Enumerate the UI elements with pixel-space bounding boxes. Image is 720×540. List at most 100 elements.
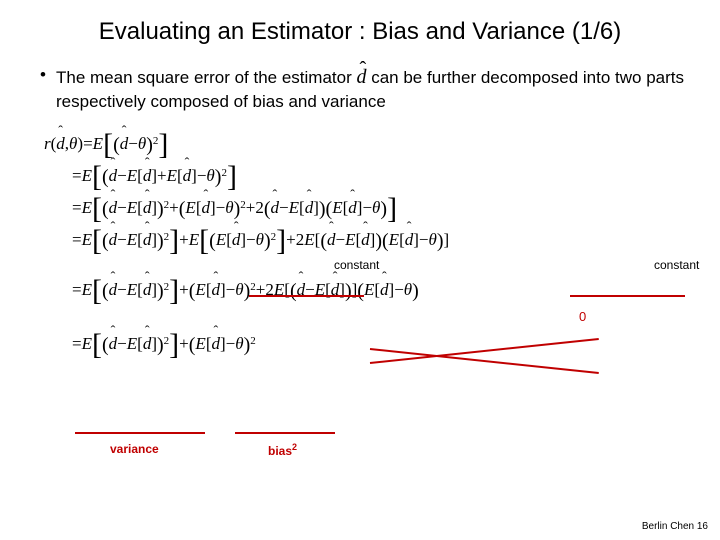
sym-E: E (345, 231, 355, 248)
sym-E: E (82, 335, 92, 352)
eq-line-3: = E [ ( d − E [ d ] ) 2 + ( E [ d ] − θ … (44, 192, 692, 224)
sym-dhat: d (143, 199, 152, 216)
rparen: ) (380, 199, 387, 219)
d-hat-icon: d (356, 64, 366, 91)
rbracket: ] (444, 231, 450, 248)
eq-line-1: r ( d , θ ) = E [ ( d − θ ) 2 ] (44, 128, 692, 160)
rparen: ) (234, 199, 241, 219)
sym-2: 2 (255, 199, 264, 216)
rparen: ) (437, 231, 444, 251)
sym-dhat: d (109, 281, 118, 298)
sym-dhat: d (109, 231, 118, 248)
sym-theta: θ (372, 199, 380, 216)
underline-constant-2 (570, 295, 685, 297)
bias-text: bias (268, 444, 292, 458)
sym-E: E (127, 231, 137, 248)
sup-2: 2 (250, 336, 256, 347)
sym-minus: − (128, 135, 138, 152)
sym-plus: + (157, 167, 167, 184)
sym-theta: θ (225, 199, 233, 216)
lparen: ( (264, 199, 271, 219)
sym-plus: + (179, 335, 189, 352)
sym-minus: − (362, 199, 372, 216)
sym-dhat: d (56, 135, 65, 152)
sym-plus: + (286, 231, 296, 248)
sym-dhat: d (405, 231, 414, 248)
lparen: ( (179, 199, 186, 219)
bullet-pre: The mean square error of the estimator (56, 68, 356, 87)
lparen: ( (102, 335, 109, 355)
sym-plus: + (169, 199, 179, 216)
sym-equals: = (72, 281, 82, 298)
lparen: ( (326, 199, 333, 219)
sym-minus: − (197, 167, 207, 184)
lparen: ( (209, 231, 216, 251)
sym-E: E (167, 167, 177, 184)
sym-E: E (82, 167, 92, 184)
lparen: ( (102, 281, 109, 301)
sym-E: E (195, 281, 205, 298)
sym-minus: − (216, 199, 226, 216)
lparen: ( (102, 231, 109, 251)
lparen: ( (357, 281, 364, 301)
zero-annotation: 0 (579, 310, 586, 323)
rparen: ) (244, 335, 251, 355)
sym-E: E (82, 281, 92, 298)
sym-2: 2 (296, 231, 305, 248)
bullet-text: The mean square error of the estimator d… (40, 64, 692, 114)
sym-equals: = (72, 199, 82, 216)
big-rbracket: ] (227, 162, 237, 192)
sym-E: E (389, 231, 399, 248)
sym-dhat: d (143, 335, 152, 352)
sym-E: E (364, 281, 374, 298)
rparen: ) (157, 335, 164, 355)
big-rbracket: ] (169, 276, 179, 306)
sym-E: E (82, 199, 92, 216)
sym-minus: − (117, 335, 127, 352)
sym-E: E (127, 281, 137, 298)
annot-row-1: constant constant (44, 256, 692, 274)
sym-E: E (93, 135, 103, 152)
big-lbracket: [ (103, 130, 113, 160)
constant-label-2: constant (654, 259, 699, 271)
sym-dhat: d (143, 231, 152, 248)
annot-row-2: 0 (44, 306, 692, 328)
slide: Evaluating an Estimator : Bias and Varia… (0, 0, 720, 540)
sym-minus: − (394, 281, 404, 298)
sym-dhat: d (305, 199, 314, 216)
big-lbracket: [ (92, 276, 102, 306)
sym-E: E (195, 335, 205, 352)
sym-E: E (185, 199, 195, 216)
big-lbracket: [ (92, 226, 102, 256)
big-rbracket: ] (158, 130, 168, 160)
lparen: ( (320, 231, 327, 251)
sym-minus: − (117, 281, 127, 298)
lparen: ( (102, 199, 109, 219)
variance-label: variance (110, 442, 159, 456)
sym-equals: = (72, 231, 82, 248)
big-rbracket: ] (387, 194, 397, 224)
sym-minus: − (419, 231, 429, 248)
rparen: ) (215, 167, 222, 187)
lparen: ( (382, 231, 389, 251)
sym-plus: + (179, 231, 189, 248)
big-lbracket: [ (92, 330, 102, 360)
sym-theta: θ (69, 135, 77, 152)
rparen: ) (319, 199, 326, 219)
lparen: ( (102, 167, 109, 187)
sym-dhat: d (380, 281, 389, 298)
sym-minus: − (226, 281, 236, 298)
sym-E: E (304, 231, 314, 248)
sym-E: E (332, 199, 342, 216)
big-lbracket: [ (92, 194, 102, 224)
lparen: ( (189, 281, 196, 301)
sym-theta: θ (235, 281, 243, 298)
sym-equals: = (83, 135, 93, 152)
bias-sup: 2 (292, 442, 297, 452)
sym-dhat: d (109, 199, 118, 216)
d-hat-char: d (356, 64, 366, 91)
sym-dhat: d (232, 231, 241, 248)
sym-theta: θ (235, 335, 243, 352)
big-rbracket: ] (276, 226, 286, 256)
sym-dhat: d (109, 335, 118, 352)
